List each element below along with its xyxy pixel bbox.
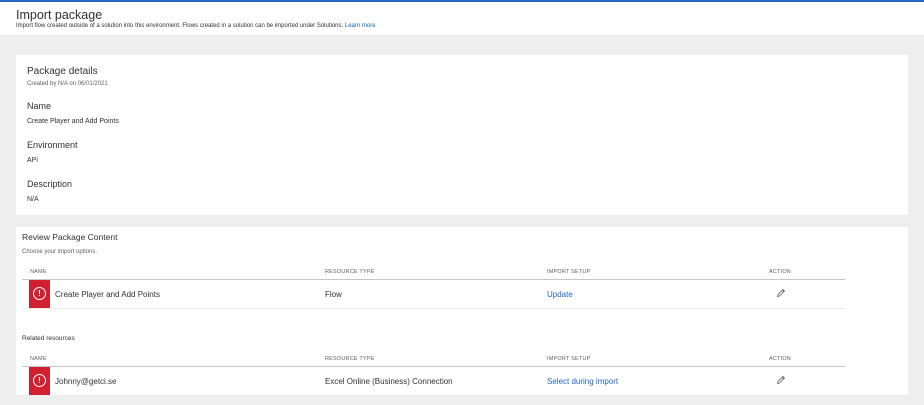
column-header-action[interactable]: ACTION	[769, 269, 791, 275]
edit-icon[interactable]	[776, 288, 786, 298]
environment-value: APi	[27, 157, 38, 164]
row-name: Create Player and Add Points	[55, 290, 160, 299]
column-header-resource-type[interactable]: RESOURCE TYPE	[325, 269, 375, 275]
review-package-card: Review Package Content Choose your impor…	[16, 227, 908, 395]
select-during-import-link[interactable]: Select during import	[547, 377, 618, 386]
related-column-header-import-setup[interactable]: IMPORT SETUP	[547, 356, 590, 362]
related-column-header-action[interactable]: ACTION	[769, 356, 791, 362]
table-header-divider	[22, 279, 845, 280]
learn-more-link[interactable]: Learn more	[345, 23, 376, 29]
status-error-indicator: !	[29, 280, 50, 308]
review-title: Review Package Content	[22, 232, 118, 242]
package-details-title: Package details	[27, 66, 98, 77]
related-table-header-divider	[22, 366, 845, 367]
row-divider	[22, 308, 845, 309]
column-header-import-setup[interactable]: IMPORT SETUP	[547, 269, 590, 275]
row-resource-type: Flow	[325, 290, 342, 299]
environment-label: Environment	[27, 140, 78, 150]
page-subtitle: Import flow created outside of a solutio…	[16, 23, 376, 29]
import-setup-update-link[interactable]: Update	[547, 290, 573, 299]
column-header-name[interactable]: NAME	[30, 269, 47, 275]
edit-icon[interactable]	[776, 375, 786, 385]
review-subtitle: Choose your import options.	[22, 249, 98, 255]
related-resources-title: Related resources	[22, 335, 75, 342]
error-icon: !	[33, 287, 46, 300]
error-icon: !	[33, 374, 46, 387]
package-details-card: Package details Created by N/A on 06/01/…	[16, 55, 908, 215]
description-label: Description	[27, 179, 73, 189]
page-header: Import package Import flow created outsi…	[0, 2, 924, 35]
name-label: Name	[27, 101, 52, 111]
page-subtitle-text: Import flow created outside of a solutio…	[16, 23, 344, 29]
related-row-resource-type: Excel Online (Business) Connection	[325, 377, 453, 386]
package-created-info: Created by N/A on 06/01/2021	[27, 81, 108, 87]
related-column-header-name[interactable]: NAME	[30, 356, 47, 362]
related-column-header-resource-type[interactable]: RESOURCE TYPE	[325, 356, 375, 362]
related-row-name: Johnny@getci.se	[55, 377, 117, 386]
description-value: N/A	[27, 196, 39, 203]
page-title: Import package	[16, 8, 103, 22]
name-value: Create Player and Add Points	[27, 118, 119, 125]
status-error-indicator: !	[29, 367, 50, 395]
